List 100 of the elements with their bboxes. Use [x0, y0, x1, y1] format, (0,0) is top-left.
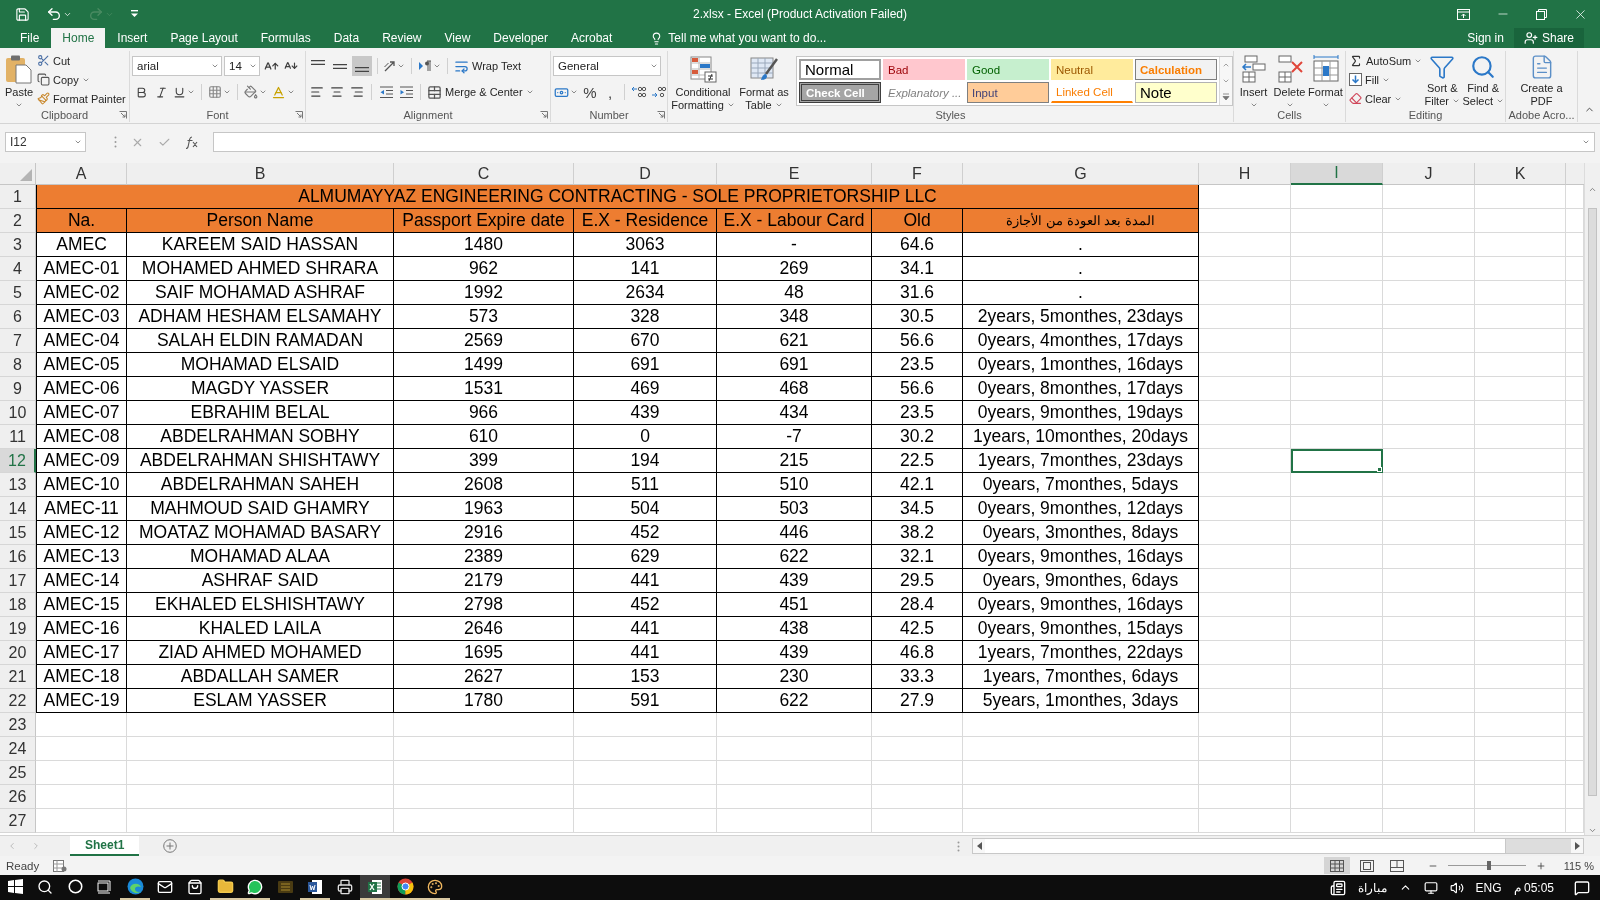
- format-as-table-button[interactable]: Format as Table: [736, 51, 792, 107]
- column-header[interactable]: F: [872, 163, 963, 185]
- split-handle-icon[interactable]: [957, 840, 960, 852]
- selected-cell[interactable]: [1291, 449, 1383, 473]
- column-header[interactable]: C: [394, 163, 574, 185]
- row-header[interactable]: 19: [0, 617, 36, 641]
- view-button[interactable]: [1323, 857, 1350, 874]
- ribbon-tab[interactable]: Review: [371, 28, 433, 48]
- row-header[interactable]: 18: [0, 593, 36, 617]
- font-name-field[interactable]: arial: [132, 56, 222, 76]
- row-header[interactable]: 26: [0, 785, 36, 809]
- row-header[interactable]: 4: [0, 257, 36, 281]
- cut-button[interactable]: Cut: [36, 51, 127, 70]
- number-format-field[interactable]: General: [553, 56, 661, 76]
- horizontal-scrollbar[interactable]: [972, 838, 1584, 854]
- dialog-launcher-icon[interactable]: [119, 110, 127, 119]
- volume-icon[interactable]: [1449, 880, 1464, 895]
- network-icon[interactable]: [1423, 880, 1438, 895]
- row-header[interactable]: 5: [0, 281, 36, 305]
- vertical-align-button[interactable]: [352, 56, 372, 76]
- dialog-launcher-icon[interactable]: [540, 110, 548, 119]
- sheet-tab[interactable]: Sheet1: [70, 836, 140, 856]
- row-header[interactable]: 15: [0, 521, 36, 545]
- column-header[interactable]: J: [1383, 163, 1475, 185]
- column-header[interactable]: B: [127, 163, 394, 185]
- ribbon-tab[interactable]: Developer: [482, 28, 559, 48]
- row-header[interactable]: 20: [0, 641, 36, 665]
- row-header[interactable]: 22: [0, 689, 36, 713]
- row-header[interactable]: 25: [0, 761, 36, 785]
- row-header[interactable]: 24: [0, 737, 36, 761]
- news-headline[interactable]: مباراة: [1357, 880, 1387, 895]
- cell-style-option[interactable]: Normal: [799, 59, 881, 80]
- ribbon-tab[interactable]: View: [433, 28, 482, 48]
- ribbon-tab[interactable]: Acrobat: [560, 28, 624, 48]
- row-header[interactable]: 16: [0, 545, 36, 569]
- row-header[interactable]: 17: [0, 569, 36, 593]
- name-box[interactable]: I12: [5, 132, 86, 152]
- row-header[interactable]: 23: [0, 713, 36, 737]
- tell-me-search[interactable]: Tell me what you want to do...: [646, 28, 831, 48]
- gallery-more-button[interactable]: [1220, 89, 1232, 105]
- row-header[interactable]: 7: [0, 329, 36, 353]
- zoom-slider-thumb[interactable]: [1486, 861, 1491, 870]
- row-header[interactable]: 13: [0, 473, 36, 497]
- format-painter-button[interactable]: Format Painter: [36, 89, 127, 108]
- column-header[interactable]: A: [36, 163, 127, 185]
- taskbar-button[interactable]: [360, 875, 390, 900]
- column-header[interactable]: G: [963, 163, 1199, 185]
- language-indicator[interactable]: ENG: [1475, 880, 1502, 895]
- row-header[interactable]: 11: [0, 425, 36, 449]
- cell-style-option[interactable]: Neutral: [1051, 59, 1133, 80]
- formula-input[interactable]: [213, 132, 1595, 152]
- notification-icon[interactable]: [1574, 879, 1590, 896]
- paste-button[interactable]: Paste: [2, 51, 36, 107]
- ribbon-tab[interactable]: Insert: [106, 28, 159, 48]
- share-button[interactable]: Share: [1513, 28, 1584, 48]
- row-header[interactable]: 2: [0, 209, 36, 233]
- cells-button[interactable]: Insert: [1235, 51, 1272, 107]
- ribbon-tab[interactable]: Home: [51, 28, 106, 48]
- autosum-button[interactable]: AutoSum: [1348, 51, 1424, 70]
- zoom-level-button[interactable]: 115 %: [1563, 859, 1594, 872]
- scroll-left-button[interactable]: [973, 839, 985, 853]
- cells-button[interactable]: Delete: [1271, 51, 1308, 107]
- row-header[interactable]: 8: [0, 353, 36, 377]
- clock-time[interactable]: 05:05 م: [1513, 880, 1554, 895]
- ribbon-tab[interactable]: Data: [322, 28, 371, 48]
- vertical-scrollbar[interactable]: [1584, 163, 1600, 835]
- ribbon-tab[interactable]: File: [9, 28, 51, 48]
- row-header[interactable]: 12: [0, 449, 36, 473]
- find-select-button[interactable]: Find & Select: [1461, 51, 1506, 107]
- wrap-text-button[interactable]: Wrap Text: [453, 56, 523, 76]
- function-icon[interactable]: [185, 135, 199, 149]
- dialog-launcher-icon[interactable]: [657, 110, 665, 119]
- row-header[interactable]: 27: [0, 809, 36, 833]
- copy-button[interactable]: Copy: [36, 70, 127, 89]
- cell-style-option[interactable]: Bad: [883, 59, 965, 80]
- row-header[interactable]: 6: [0, 305, 36, 329]
- row-header[interactable]: 10: [0, 401, 36, 425]
- row-header[interactable]: 3: [0, 233, 36, 257]
- cell-style-option[interactable]: Good: [967, 59, 1049, 80]
- percent-style-button[interactable]: %: [581, 82, 599, 102]
- row-header[interactable]: 9: [0, 377, 36, 401]
- column-header[interactable]: E: [717, 163, 872, 185]
- row-header[interactable]: 14: [0, 497, 36, 521]
- ribbon-tab[interactable]: Formulas: [249, 28, 322, 48]
- cell-style-option[interactable]: Input: [967, 82, 1049, 103]
- sign-in-link[interactable]: Sign in: [1457, 28, 1514, 48]
- merge-center-button[interactable]: Merge & Center: [426, 82, 535, 102]
- comma-style-button[interactable]: ,: [601, 82, 619, 102]
- ribbon-tab[interactable]: Page Layout: [159, 28, 249, 48]
- font-size-field[interactable]: 14: [224, 56, 260, 76]
- column-header[interactable]: K: [1475, 163, 1566, 185]
- scroll-right-button[interactable]: [1571, 839, 1583, 853]
- column-header[interactable]: D: [574, 163, 717, 185]
- fill-button[interactable]: Fill: [1348, 70, 1424, 89]
- cells-button[interactable]: Format: [1307, 51, 1344, 107]
- cell-style-option[interactable]: Note: [1135, 82, 1217, 103]
- clear-button[interactable]: Clear: [1348, 89, 1424, 108]
- create-pdf-button[interactable]: Create a PDF: [1516, 51, 1567, 107]
- column-header[interactable]: I: [1291, 163, 1383, 185]
- dialog-launcher-icon[interactable]: [295, 110, 303, 119]
